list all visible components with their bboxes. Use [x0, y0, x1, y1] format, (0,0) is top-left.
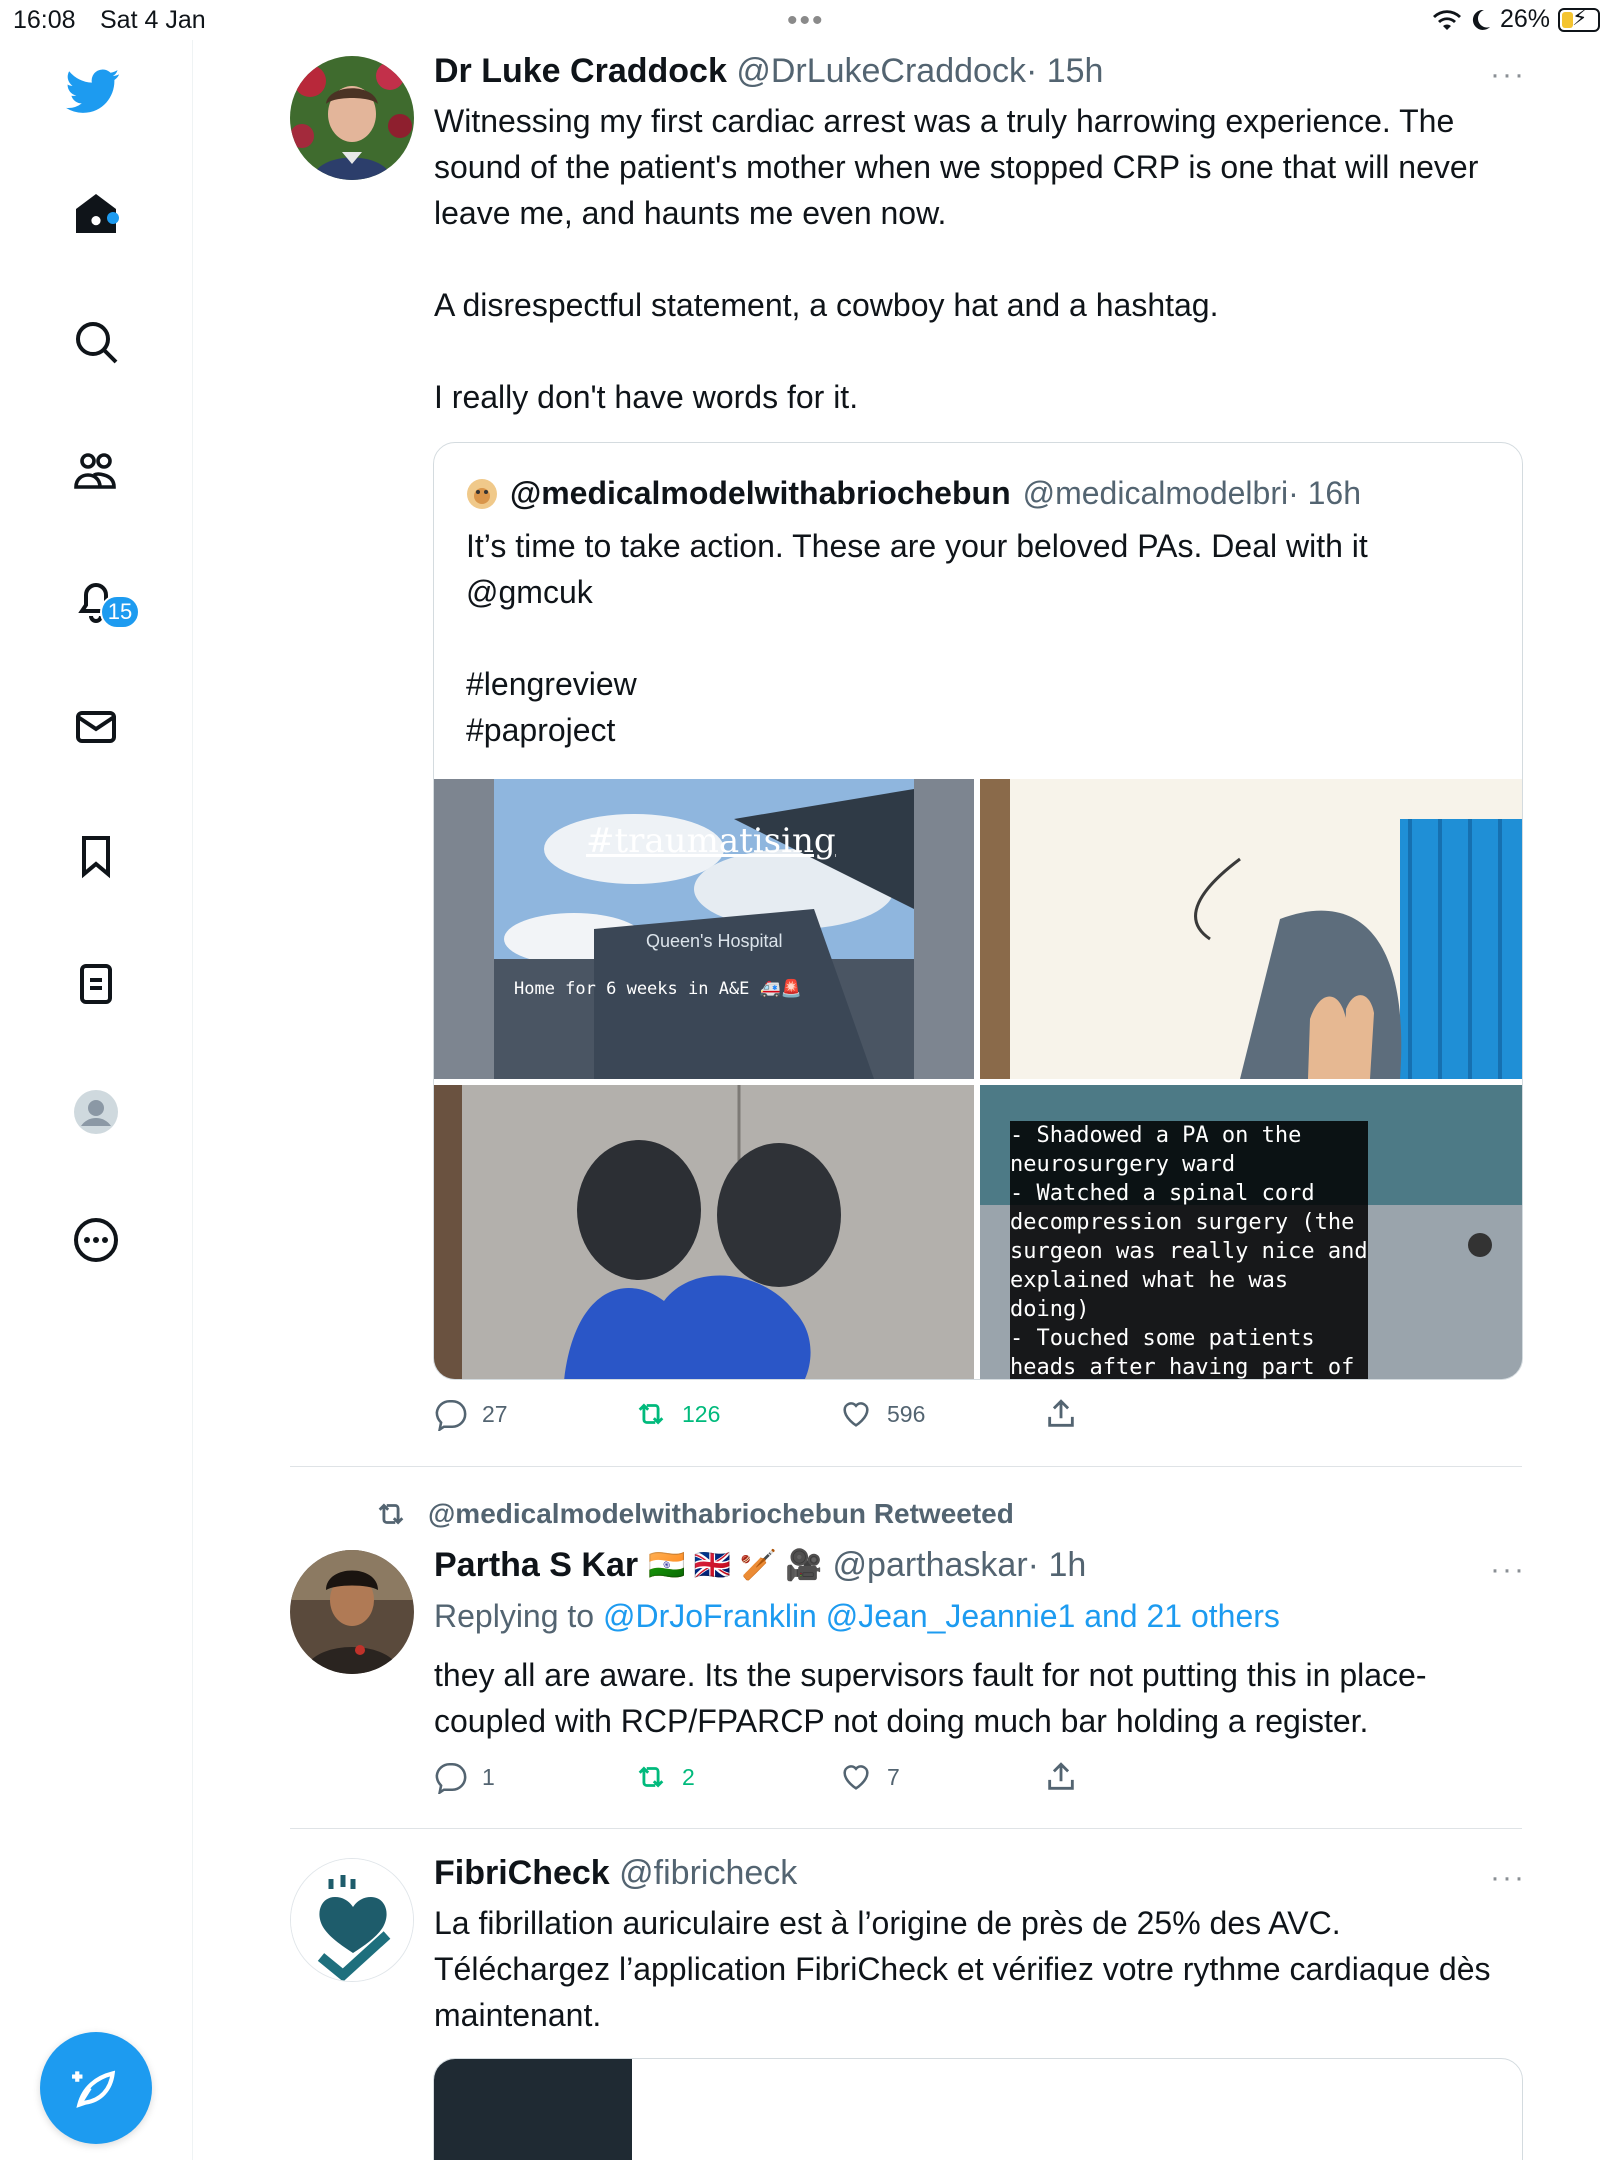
status-date: Sat 4 Jan — [100, 6, 206, 34]
replying-prefix: Replying to — [434, 1598, 595, 1634]
more-options-icon[interactable] — [65, 1209, 127, 1271]
profile-avatar-icon[interactable] — [65, 1081, 127, 1143]
tweet1-more-button[interactable]: ··· — [1490, 58, 1526, 92]
promoted-card-image — [434, 2059, 632, 2160]
media-image-crocs[interactable] — [434, 1085, 974, 1379]
tweet-text: they all are aware. Its the supervisors … — [434, 1657, 1427, 1739]
quote-author-handle[interactable]: @medicalmodelbri — [1023, 475, 1288, 511]
reply-button[interactable]: 1 — [434, 1760, 634, 1794]
twitter-logo-icon[interactable] — [62, 60, 124, 122]
author-name[interactable]: FibriCheck — [434, 1854, 610, 1892]
sidebar: 15 — [0, 40, 193, 2160]
divider — [290, 1828, 1522, 1829]
retweet-count: 2 — [682, 1763, 695, 1790]
reply-icon — [435, 1399, 467, 1431]
retweet-icon — [638, 1403, 664, 1425]
share-button[interactable] — [1044, 1760, 1078, 1794]
quote-header: @medicalmodelwithabriochebun @medicalmod… — [466, 475, 1361, 512]
compose-tweet-button[interactable] — [40, 2032, 152, 2144]
bookmarks-icon[interactable] — [65, 825, 127, 887]
home-unread-dot — [107, 212, 119, 224]
tweet3-header: FibriCheck @fibricheck — [434, 1854, 797, 1893]
divider — [290, 1466, 1522, 1467]
quote-avatar-icon[interactable] — [466, 478, 498, 510]
wifi-icon — [1432, 9, 1461, 30]
like-button[interactable]: 7 — [839, 1760, 1044, 1794]
quoted-tweet[interactable]: @medicalmodelwithabriochebun @medicalmod… — [433, 442, 1523, 1380]
tweet2-actions: 1 2 7 — [434, 1760, 1154, 1794]
media-caption-small: Home for 6 weeks in A&E 🚑🚨 — [514, 979, 802, 999]
like-count: 7 — [887, 1763, 900, 1790]
tweet-text: Witnessing my first cardiac arrest was a… — [434, 103, 1479, 415]
media-caption-big: #traumatising — [586, 821, 836, 861]
quote-time: · 16h — [1288, 475, 1362, 511]
author-flags: 🇮🇳 🇬🇧 🏏 🎥 — [648, 1549, 823, 1582]
media-image-notes[interactable]: - Shadowed a PA on the neurosurgery ward… — [980, 1085, 1522, 1380]
reply-count: 1 — [482, 1763, 495, 1790]
media-caption-notes: - Shadowed a PA on the neurosurgery ward… — [1010, 1121, 1368, 1380]
quote-author-name[interactable]: @medicalmodelwithabriochebun — [510, 475, 1011, 512]
tweet2-more-button[interactable]: ··· — [1490, 1553, 1526, 1587]
retweet-icon — [638, 1766, 664, 1788]
battery-icon: ⚡ — [1558, 5, 1600, 32]
media-image-hospital[interactable]: #traumatising Queen's Hospital Home for … — [434, 779, 974, 1079]
tweet-text: La fibrillation auriculaire est à l’orig… — [434, 1905, 1491, 2033]
avatar-luke-craddock[interactable] — [290, 56, 414, 180]
lists-icon[interactable] — [65, 953, 127, 1015]
retweeted-icon — [378, 1503, 404, 1525]
moon-icon — [1472, 9, 1490, 30]
status-right: 26% ⚡ — [1432, 5, 1600, 34]
promoted-card[interactable] — [433, 2058, 1523, 2160]
heart-icon — [843, 1402, 869, 1427]
tweet3-more-button[interactable]: ··· — [1490, 1861, 1526, 1895]
author-handle[interactable]: @fibricheck — [619, 1854, 797, 1892]
search-icon[interactable] — [65, 311, 127, 373]
retweet-button[interactable]: 2 — [634, 1760, 839, 1794]
multitask-indicator[interactable]: ••• — [787, 4, 825, 38]
status-bar: 16:08 Sat 4 Jan ••• 26% ⚡ — [0, 0, 1620, 40]
notifications-badge: 15 — [100, 595, 140, 629]
replying-to-users[interactable]: @DrJoFranklin @Jean_Jeannie1 and 21 othe… — [603, 1598, 1280, 1634]
author-handle[interactable]: @parthaskar — [833, 1546, 1028, 1584]
communities-icon[interactable] — [65, 440, 127, 502]
author-name[interactable]: Dr Luke Craddock — [434, 52, 727, 90]
reply-count: 27 — [482, 1400, 508, 1427]
compose-feather-icon — [72, 2070, 116, 2108]
messages-icon[interactable] — [65, 696, 127, 758]
avatar-fibricheck[interactable] — [290, 1858, 414, 1982]
author-handle[interactable]: @DrLukeCraddock — [736, 52, 1026, 90]
media-image-hand[interactable] — [980, 779, 1522, 1079]
tweet-time[interactable]: · 15h — [1026, 52, 1104, 90]
tweet1-header: Dr Luke Craddock @DrLukeCraddock· 15h — [434, 52, 1103, 91]
home-icon[interactable] — [65, 182, 127, 244]
author-name[interactable]: Partha S Kar — [434, 1546, 638, 1585]
replying-to-row: Replying to @DrJoFranklin @Jean_Jeannie1… — [434, 1598, 1280, 1635]
tweet-time[interactable]: · 1h — [1028, 1546, 1087, 1584]
status-time: 16:08 — [13, 6, 76, 34]
tweet2-header: Partha S Kar 🇮🇳 🇬🇧 🏏 🎥 @parthaskar· 1h — [434, 1546, 1086, 1585]
share-icon — [1048, 1399, 1074, 1427]
hospital-sign-text: Queen's Hospital — [646, 931, 783, 951]
tweet1-actions: 27 126 596 — [434, 1397, 1154, 1431]
share-icon — [1048, 1762, 1074, 1790]
reply-icon — [435, 1762, 467, 1794]
battery-percent: 26% — [1499, 5, 1550, 33]
retweeted-by-label[interactable]: @medicalmodelwithabriochebun Retweeted — [428, 1498, 1014, 1530]
heart-icon — [843, 1765, 869, 1790]
share-button[interactable] — [1044, 1397, 1078, 1431]
like-count: 596 — [887, 1400, 926, 1427]
reply-button[interactable]: 27 — [434, 1397, 634, 1431]
avatar-partha-kar[interactable] — [290, 1550, 414, 1674]
like-button[interactable]: 596 — [839, 1397, 1044, 1431]
retweeted-by-row: @medicalmodelwithabriochebun Retweeted — [374, 1497, 1014, 1531]
retweet-button[interactable]: 126 — [634, 1397, 839, 1431]
retweet-count: 126 — [682, 1400, 721, 1427]
quote-text: It’s time to take action. These are your… — [466, 528, 1368, 748]
